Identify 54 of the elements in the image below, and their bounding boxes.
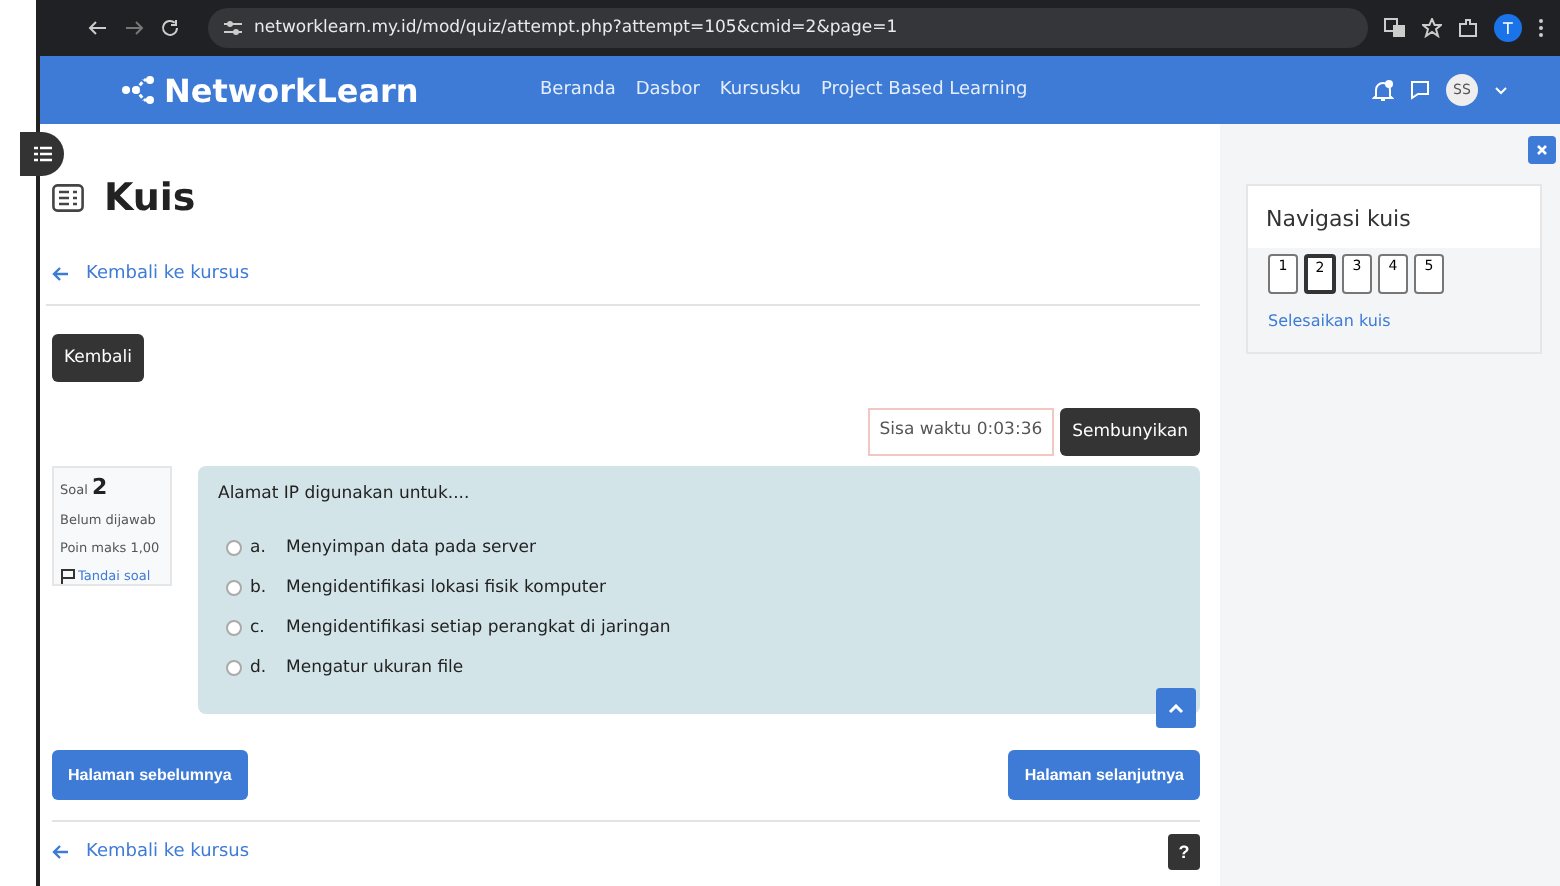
question-text: Alamat IP digunakan untuk.... [218,484,472,504]
back-icon[interactable] [88,18,108,38]
scroll-up-button[interactable] [1156,688,1196,728]
back-to-course-link[interactable]: Kembali ke kursus [86,842,250,862]
chat-icon[interactable] [1410,80,1430,100]
option-text[interactable]: Mengatur ukuran file [286,658,464,678]
menu-icon[interactable] [1538,18,1544,38]
caret-icon[interactable] [1494,85,1508,95]
reload-icon[interactable] [160,18,180,38]
back-to-course-link[interactable]: Kembali ke kursus [86,264,250,284]
back-arrow-icon [52,844,70,860]
quiz-icon [52,184,84,212]
drawer-toggle[interactable] [20,132,64,176]
close-button[interactable] [1528,136,1556,164]
nav-link[interactable]: Dasbor [635,80,700,100]
chevron-up-icon [1168,703,1184,713]
option-letter: d. [250,658,269,678]
timer-display: Sisa waktu 0:03:36 [867,408,1055,456]
nav-link[interactable]: Kursusku [719,80,802,100]
back-arrow-icon [52,266,70,282]
brand-name[interactable]: NetworkLearn [164,71,419,109]
option-letter: b. [250,578,269,598]
radio-button[interactable] [226,620,242,636]
close-icon [1536,144,1548,156]
option-text[interactable]: Mengidentifikasi setiap perangkat di jaringan [286,618,671,638]
help-button[interactable]: ? [1168,834,1200,870]
flag-icon[interactable] [60,568,76,584]
nav-link[interactable]: Project Based Learning [821,80,1028,100]
back-button[interactable]: Kembali [52,334,144,382]
page-title: Kuis [104,176,196,220]
radio-button[interactable] [226,660,242,676]
star-icon[interactable] [1422,18,1442,38]
translate-icon[interactable] [1384,18,1406,38]
extensions-icon[interactable] [1458,18,1478,38]
card-title: Navigasi kuis [1248,186,1540,248]
option-letter: c. [250,618,267,638]
option-text[interactable]: Menyimpan data pada server [286,538,536,558]
radio-button[interactable] [226,580,242,596]
list-icon [33,146,51,162]
profile-avatar[interactable]: T [1494,14,1522,42]
option-text[interactable]: Mengidentifikasi lokasi fisik komputer [286,578,606,598]
previous-page-button[interactable]: Halaman sebelumnya [52,750,248,800]
network-logo-icon [120,74,156,106]
next-page-button[interactable]: Halaman selanjutnya [1008,750,1200,800]
nav-link[interactable]: Beranda [540,80,616,100]
bell-icon[interactable] [1372,79,1394,101]
radio-button[interactable] [226,540,242,556]
address-bar[interactable]: networklearn.my.id/mod/quiz/attempt.php?attempt=105&cmid=2&page=1 [208,8,1368,48]
finish-quiz-link[interactable]: Selesaikan kuis [1248,300,1540,342]
site-settings-icon[interactable] [224,20,242,36]
hide-button[interactable]: Sembunyikan [1060,408,1200,456]
forward-icon[interactable] [124,18,144,38]
option-letter: a. [250,538,268,558]
url-text: networklearn.my.id/mod/quiz/attempt.php?attempt=105&cmid=2&page=1 [254,18,898,38]
